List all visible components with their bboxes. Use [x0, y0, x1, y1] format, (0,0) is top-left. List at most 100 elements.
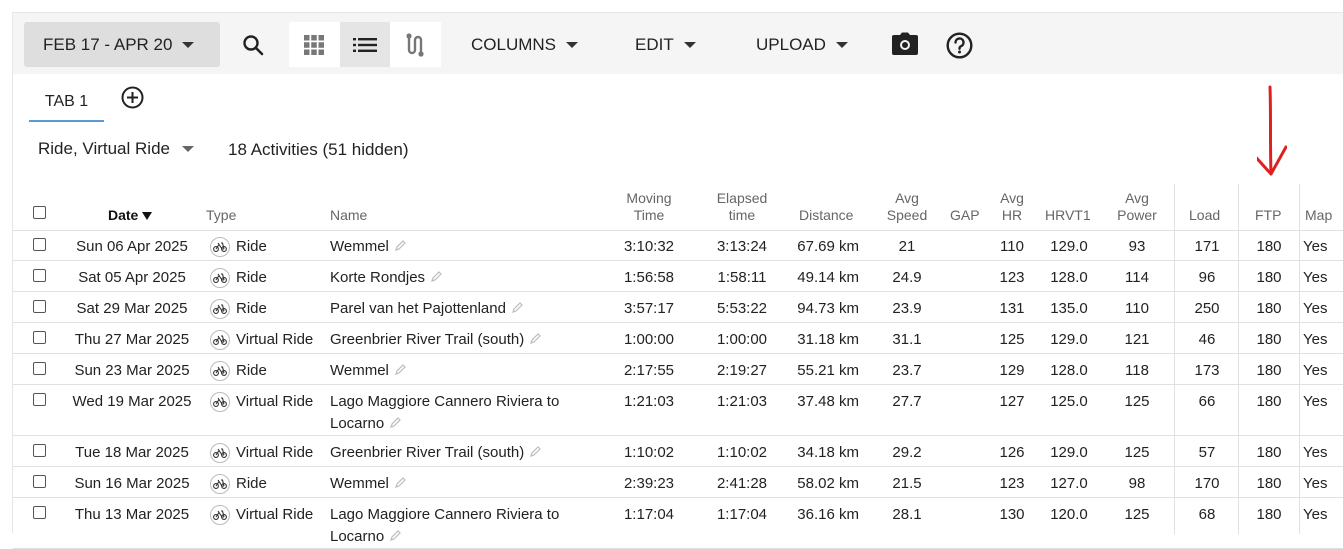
row-distance: 67.69 km: [797, 238, 859, 255]
edit-pencil-icon[interactable]: [530, 329, 542, 351]
column-header-load[interactable]: Load: [1189, 207, 1220, 224]
row-moving-time: 2:39:23: [623, 475, 675, 492]
row-map: Yes: [1303, 475, 1328, 492]
row-avg-hr: 131: [999, 300, 1025, 317]
row-avg-power: 110: [1125, 300, 1149, 317]
row-name[interactable]: Wemmel: [330, 360, 580, 382]
route-view-button[interactable]: [390, 22, 442, 67]
row-avg-hr: 127: [999, 393, 1025, 410]
column-header-ftp[interactable]: FTP: [1255, 207, 1281, 224]
row-name[interactable]: Wemmel: [330, 236, 580, 258]
column-header-distance[interactable]: Distance: [799, 207, 853, 224]
row-name[interactable]: Lago Maggiore Cannero Riviera to Locarno: [330, 504, 580, 548]
columns-menu[interactable]: COLUMNS: [471, 22, 579, 67]
tab-1[interactable]: TAB 1: [29, 84, 104, 122]
row-checkbox[interactable]: [33, 362, 46, 375]
column-header-avg-speed[interactable]: Avg Speed: [879, 190, 935, 224]
activity-type-filter[interactable]: Ride, Virtual Ride: [38, 139, 194, 159]
help-icon[interactable]: [944, 30, 974, 60]
column-header-elapsed-time[interactable]: Elapsed time: [703, 190, 781, 224]
edit-pencil-icon[interactable]: [394, 236, 406, 258]
edit-pencil-icon[interactable]: [431, 267, 442, 289]
table-row[interactable]: Sun 06 Apr 2025 3:10:32 3:13:24 67.69 km 21 1…: [13, 230, 1343, 261]
row-moving-time: 1:10:02: [623, 444, 675, 461]
row-date: Thu 27 Mar 2025: [74, 331, 190, 348]
table-row[interactable]: Thu 13 Mar 2025 1:17:04 1:17:04 36.16 km 28.…: [13, 498, 1343, 549]
column-header-avg-power[interactable]: Avg Power: [1108, 190, 1166, 224]
tab-1-label: TAB 1: [44, 93, 89, 110]
row-avg-speed: 29.2: [892, 444, 922, 461]
row-type-label: Ride: [236, 362, 267, 379]
upload-menu[interactable]: UPLOAD: [756, 22, 848, 67]
row-name[interactable]: Parel van het Pajottenland: [330, 298, 580, 320]
table-row[interactable]: Sat 05 Apr 2025 1:56:58 1:58:11 49.14 km 24.…: [13, 261, 1343, 292]
row-checkbox[interactable]: [33, 506, 46, 519]
column-header-hrvt1[interactable]: HRVT1: [1045, 207, 1091, 224]
row-checkbox[interactable]: [33, 269, 46, 282]
column-header-gap[interactable]: GAP: [950, 207, 980, 224]
row-name-label: Parel van het Pajottenland: [330, 300, 506, 317]
row-checkbox[interactable]: [33, 444, 46, 457]
row-map: Yes: [1303, 238, 1328, 255]
sort-desc-icon: [142, 212, 153, 220]
edit-pencil-icon[interactable]: [390, 413, 402, 435]
row-checkbox[interactable]: [33, 238, 46, 251]
row-type: Virtual Ride: [210, 391, 313, 413]
table-row[interactable]: Sat 29 Mar 2025 3:57:17 5:53:22 94.73 km 23.…: [13, 292, 1343, 323]
row-name[interactable]: Lago Maggiore Cannero Riviera to Locarno: [330, 391, 580, 435]
row-type: Ride: [210, 360, 267, 382]
row-moving-time: 1:00:00: [623, 331, 675, 348]
row-avg-speed: 28.1: [892, 506, 922, 523]
column-header-map[interactable]: Map: [1305, 207, 1332, 224]
row-avg-speed: 27.7: [892, 393, 922, 410]
table-row[interactable]: Thu 27 Mar 2025 1:00:00 1:00:00 31.18 km 31.…: [13, 323, 1343, 354]
column-header-date[interactable]: Date: [108, 207, 168, 224]
row-avg-power: 118: [1125, 362, 1149, 379]
row-name[interactable]: Greenbrier River Trail (south): [330, 329, 580, 351]
row-name[interactable]: Wemmel: [330, 473, 580, 495]
column-header-name[interactable]: Name: [330, 207, 367, 224]
row-moving-time: 1:21:03: [623, 393, 675, 410]
row-name[interactable]: Korte Rondjes: [330, 267, 580, 289]
list-view-button[interactable]: [339, 22, 391, 67]
edit-pencil-icon[interactable]: [394, 360, 406, 382]
row-load: 66: [1198, 393, 1216, 410]
row-map: Yes: [1303, 331, 1328, 348]
row-load: 170: [1194, 475, 1220, 492]
select-all-checkbox[interactable]: [33, 206, 46, 219]
row-moving-time: 3:57:17: [623, 300, 675, 317]
table-row[interactable]: Sun 23 Mar 2025 2:17:55 2:19:27 55.21 km 23.…: [13, 354, 1343, 385]
table-row[interactable]: Wed 19 Mar 2025 1:21:03 1:21:03 37.48 km 27.…: [13, 385, 1343, 436]
chevron-down-icon: [182, 41, 195, 48]
table-row[interactable]: Sun 16 Mar 2025 2:39:23 2:41:28 58.02 km 21.…: [13, 467, 1343, 498]
row-type-label: Ride: [236, 475, 267, 492]
table-row[interactable]: Tue 18 Mar 2025 1:10:02 1:10:02 34.18 km 29.…: [13, 436, 1343, 467]
row-checkbox[interactable]: [33, 475, 46, 488]
row-date: Sat 05 Apr 2025: [78, 269, 186, 286]
row-checkbox[interactable]: [33, 331, 46, 344]
row-checkbox[interactable]: [33, 300, 46, 313]
edit-pencil-icon[interactable]: [512, 298, 523, 320]
row-load: 96: [1198, 269, 1216, 286]
search-icon[interactable]: [237, 29, 269, 61]
row-type: Virtual Ride: [210, 442, 313, 464]
row-name[interactable]: Greenbrier River Trail (south): [330, 442, 580, 464]
column-header-moving-time[interactable]: Moving Time: [611, 190, 687, 224]
edit-pencil-icon[interactable]: [390, 526, 402, 548]
grid-view-button[interactable]: [289, 22, 340, 67]
edit-pencil-icon[interactable]: [530, 442, 542, 464]
add-tab-icon[interactable]: [121, 86, 144, 114]
edit-menu[interactable]: EDIT: [635, 22, 696, 67]
column-header-avg-hr[interactable]: Avg HR: [993, 190, 1031, 224]
row-type-label: Ride: [236, 238, 267, 255]
row-avg-speed: 23.7: [892, 362, 922, 379]
row-load: 173: [1194, 362, 1220, 379]
column-header-type[interactable]: Type: [206, 207, 236, 224]
row-date: Sun 16 Mar 2025: [74, 475, 190, 492]
edit-pencil-icon[interactable]: [394, 473, 406, 495]
camera-icon[interactable]: [889, 29, 921, 59]
row-load: 171: [1194, 238, 1220, 255]
row-avg-hr: 129: [999, 362, 1025, 379]
date-range-button[interactable]: FEB 17 - APR 20: [24, 22, 220, 67]
row-checkbox[interactable]: [33, 393, 46, 406]
